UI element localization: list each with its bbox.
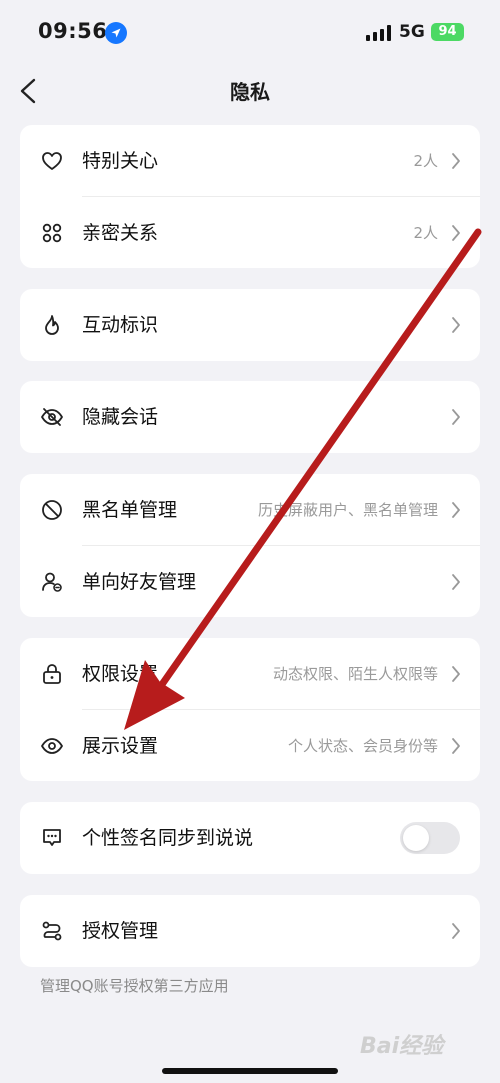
row-value: 个人状态、会员身份等: [287, 737, 438, 755]
row-label: 黑名单管理: [82, 499, 178, 521]
card-blocklist: 黑名单管理 历史屏蔽用户、黑名单管理 单向好友管理: [20, 474, 480, 617]
location-icon: [105, 22, 127, 44]
lock-icon: [43, 664, 61, 684]
authorization-icon: [42, 921, 62, 941]
flame-icon: [45, 315, 59, 335]
row-label: 隐藏会话: [82, 406, 159, 428]
eye-icon: [41, 738, 63, 754]
home-indicator: [162, 1068, 338, 1074]
row-label: 个性签名同步到说说: [82, 827, 254, 849]
chevron-right-icon: [452, 317, 460, 333]
row-label: 单向好友管理: [82, 571, 197, 593]
card-signature-sync: 个性签名同步到说说: [20, 802, 480, 874]
row-interaction-marks[interactable]: 互动标识: [20, 289, 480, 361]
row-value: 动态权限、陌生人权限等: [272, 665, 438, 683]
network-type: 5G: [399, 22, 425, 42]
row-value: 历史屏蔽用户、黑名单管理: [257, 501, 438, 519]
status-time: 09:56: [38, 19, 108, 43]
row-special-care[interactable]: 特别关心 2人: [20, 125, 480, 197]
row-signature-sync: 个性签名同步到说说: [20, 802, 480, 874]
nav-bar: 隐私: [0, 66, 500, 116]
row-value: 2人: [413, 224, 438, 242]
watermark: Bai经验: [360, 1034, 444, 1059]
row-hidden-chats[interactable]: 隐藏会话: [20, 381, 480, 453]
row-value: 2人: [413, 152, 438, 170]
signal-icon: [366, 25, 392, 41]
row-label: 权限设置: [82, 663, 159, 685]
card-interaction-marks: 互动标识: [20, 289, 480, 361]
row-display-settings[interactable]: 展示设置 个人状态、会员身份等: [20, 710, 480, 781]
battery-level: 94: [438, 24, 457, 39]
card-authorization: 授权管理: [20, 895, 480, 967]
block-icon: [42, 500, 62, 520]
chevron-right-icon: [452, 153, 460, 169]
one-way-friend-icon: [42, 572, 62, 592]
card-permissions: 权限设置 动态权限、陌生人权限等 展示设置 个人状态、会员身份等: [20, 638, 480, 781]
signature-sync-toggle[interactable]: [400, 822, 460, 854]
card-close-friends: 特别关心 2人 亲密关系 2人: [20, 125, 480, 268]
row-authorization-management[interactable]: 授权管理: [20, 895, 480, 967]
row-permission-settings[interactable]: 权限设置 动态权限、陌生人权限等: [20, 638, 480, 710]
battery-indicator: 94: [431, 23, 464, 41]
chevron-right-icon: [452, 923, 460, 939]
chevron-right-icon: [452, 502, 460, 518]
chevron-right-icon: [452, 225, 460, 241]
status-bar: 09:56 5G 94: [0, 0, 500, 66]
row-label: 授权管理: [82, 920, 159, 942]
chevron-right-icon: [452, 738, 460, 754]
heart-icon: [42, 152, 62, 170]
chevron-right-icon: [452, 409, 460, 425]
card-hidden-chats: 隐藏会话: [20, 381, 480, 453]
chevron-right-icon: [452, 574, 460, 590]
row-label: 特别关心: [82, 150, 159, 172]
chevron-right-icon: [452, 666, 460, 682]
eye-off-icon: [41, 408, 63, 426]
row-one-way-friends[interactable]: 单向好友管理: [20, 546, 480, 617]
authorization-footnote: 管理QQ账号授权第三方应用: [40, 977, 229, 995]
intimate-relation-icon: [42, 223, 62, 243]
page-title: 隐私: [230, 80, 270, 104]
row-label: 展示设置: [82, 735, 159, 757]
row-intimate-relations[interactable]: 亲密关系 2人: [20, 197, 480, 268]
row-label: 互动标识: [82, 314, 159, 336]
toggle-knob: [403, 825, 429, 851]
row-blacklist-management[interactable]: 黑名单管理 历史屏蔽用户、黑名单管理: [20, 474, 480, 546]
row-label: 亲密关系: [82, 222, 159, 244]
signature-icon: [43, 829, 61, 846]
